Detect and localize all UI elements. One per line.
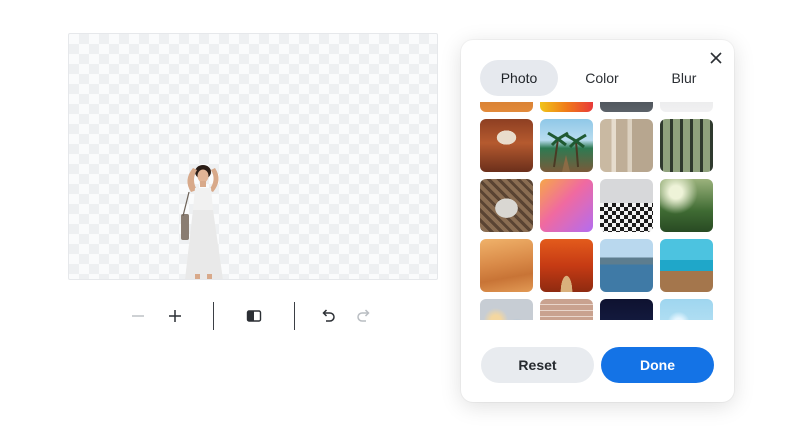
photo-tile-dark-landscape[interactable]: [600, 102, 653, 112]
photo-tile-wooden-pavilion[interactable]: [480, 179, 533, 232]
photo-tile-autumn-path[interactable]: [540, 239, 593, 292]
toolbar-divider: [294, 302, 295, 330]
split-view-icon: [246, 310, 262, 322]
tab-blur[interactable]: Blur: [648, 60, 720, 96]
tab-color[interactable]: Color: [564, 60, 640, 96]
photo-tile-yellow-gradient[interactable]: [540, 102, 593, 112]
toolbar-divider: [213, 302, 214, 330]
tab-photo[interactable]: Photo: [480, 60, 558, 96]
redo-button[interactable]: [352, 304, 376, 328]
editor-toolbar: [126, 300, 376, 332]
photo-tile-brick-wall[interactable]: [540, 299, 593, 320]
photo-tile-pink-gradient[interactable]: [540, 179, 593, 232]
photo-tile-mountain-lake[interactable]: [600, 239, 653, 292]
photo-tile-dark-blue-sparkle[interactable]: [600, 299, 653, 320]
photo-tile-stone-columns[interactable]: [600, 119, 653, 172]
photo-tile-palm-beach-pier[interactable]: [540, 119, 593, 172]
photo-tile-orange-dunes[interactable]: [480, 102, 533, 112]
photo-tile-bokeh-lights[interactable]: [480, 299, 533, 320]
photo-tile-greenhouse[interactable]: [660, 119, 713, 172]
photo-tile-desert-sand[interactable]: [480, 239, 533, 292]
compare-button[interactable]: [242, 304, 266, 328]
zoom-out-button[interactable]: [126, 304, 150, 328]
image-canvas[interactable]: [68, 33, 438, 280]
palm-graphic: [547, 131, 587, 172]
undo-icon: [322, 309, 335, 322]
photo-tile-jungle-light[interactable]: [660, 179, 713, 232]
plus-icon: [169, 310, 181, 322]
zoom-in-button[interactable]: [163, 304, 187, 328]
photo-tile-checkered-hall[interactable]: [600, 179, 653, 232]
undo-button[interactable]: [316, 304, 340, 328]
background-tabs: Photo Color Blur: [480, 60, 720, 96]
person-cutout: [181, 165, 223, 279]
done-button[interactable]: Done: [601, 347, 714, 383]
background-panel: Photo Color Blur Reset Done: [461, 40, 734, 402]
photo-tile-light-gray[interactable]: [660, 102, 713, 112]
minus-icon: [132, 315, 144, 317]
reset-button[interactable]: Reset: [481, 347, 594, 383]
photo-grid[interactable]: [480, 102, 716, 320]
photo-tile-blue-bokeh[interactable]: [660, 299, 713, 320]
photo-tile-canyon-arch[interactable]: [480, 119, 533, 172]
photo-tile-tropical-pier[interactable]: [660, 239, 713, 292]
redo-icon: [357, 309, 370, 322]
